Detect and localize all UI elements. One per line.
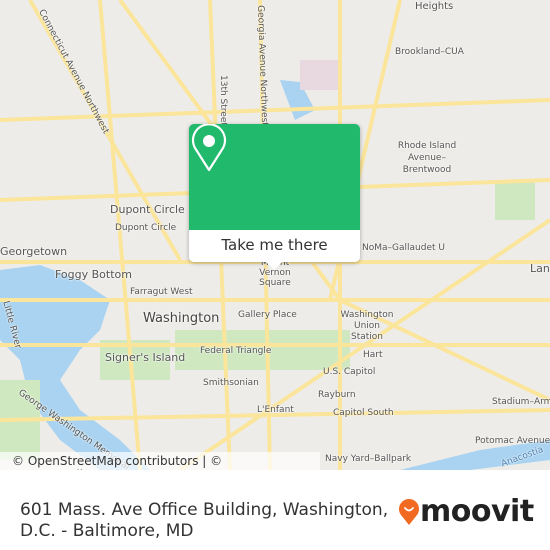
map-label: Rayburn	[318, 390, 356, 400]
map-label: Lan	[530, 262, 550, 275]
map-label: Dupont Circle	[115, 223, 177, 233]
map-label: Gallery Place	[238, 310, 297, 320]
map-label: Farragut West	[130, 287, 193, 297]
map-label: 13th Street	[218, 75, 228, 126]
map-label: Brookland–CUA	[395, 47, 464, 57]
map-label: Foggy Bottom	[55, 268, 132, 281]
location-title: 601 Mass. Ave Office Building, Washingto…	[20, 500, 389, 541]
map-label: Hart	[363, 350, 383, 360]
map-label: Signer's Island	[105, 351, 186, 364]
popup-pointer	[266, 262, 282, 270]
popup-header	[189, 124, 360, 230]
map-label: Federal Triangle	[200, 346, 272, 356]
map-label: NoMa–Gallaudet U	[362, 243, 445, 253]
moovit-wordmark: moovit	[420, 494, 534, 529]
map-label: Washington Union Station	[340, 310, 394, 342]
map-label: Washington	[143, 311, 220, 326]
hospital-area	[300, 60, 340, 90]
park	[495, 180, 535, 220]
footer: 601 Mass. Ave Office Building, Washingto…	[0, 470, 550, 550]
map-label: Rhode Island Avenue–Brentwood	[397, 141, 457, 175]
map-label: U.S. Capitol	[323, 367, 376, 377]
take-me-there-popup[interactable]: Take me there	[189, 124, 360, 270]
map-pin-icon	[191, 124, 227, 172]
map-label: L'Enfant	[257, 405, 294, 415]
map-label: Stadium–Armory	[492, 397, 550, 407]
map-label: Heights	[415, 1, 454, 12]
moovit-pin-icon	[399, 498, 419, 525]
map-attribution[interactable]: © OpenStreetMap contributors | © OpenMap…	[0, 452, 320, 482]
map-label: Navy Yard–Ballpark	[325, 454, 412, 464]
map-label: Capitol South	[333, 408, 394, 418]
take-me-there-button[interactable]: Take me there	[189, 230, 360, 262]
map-label: Dupont Circle	[110, 203, 185, 216]
map[interactable]: Heights Brookland–CUA Connecticut Avenue…	[0, 0, 550, 470]
moovit-logo: moovit	[398, 494, 534, 529]
map-label: Georgetown	[0, 245, 68, 258]
map-label: Smithsonian	[203, 378, 259, 388]
map-label: Potomac Avenue	[475, 436, 550, 446]
